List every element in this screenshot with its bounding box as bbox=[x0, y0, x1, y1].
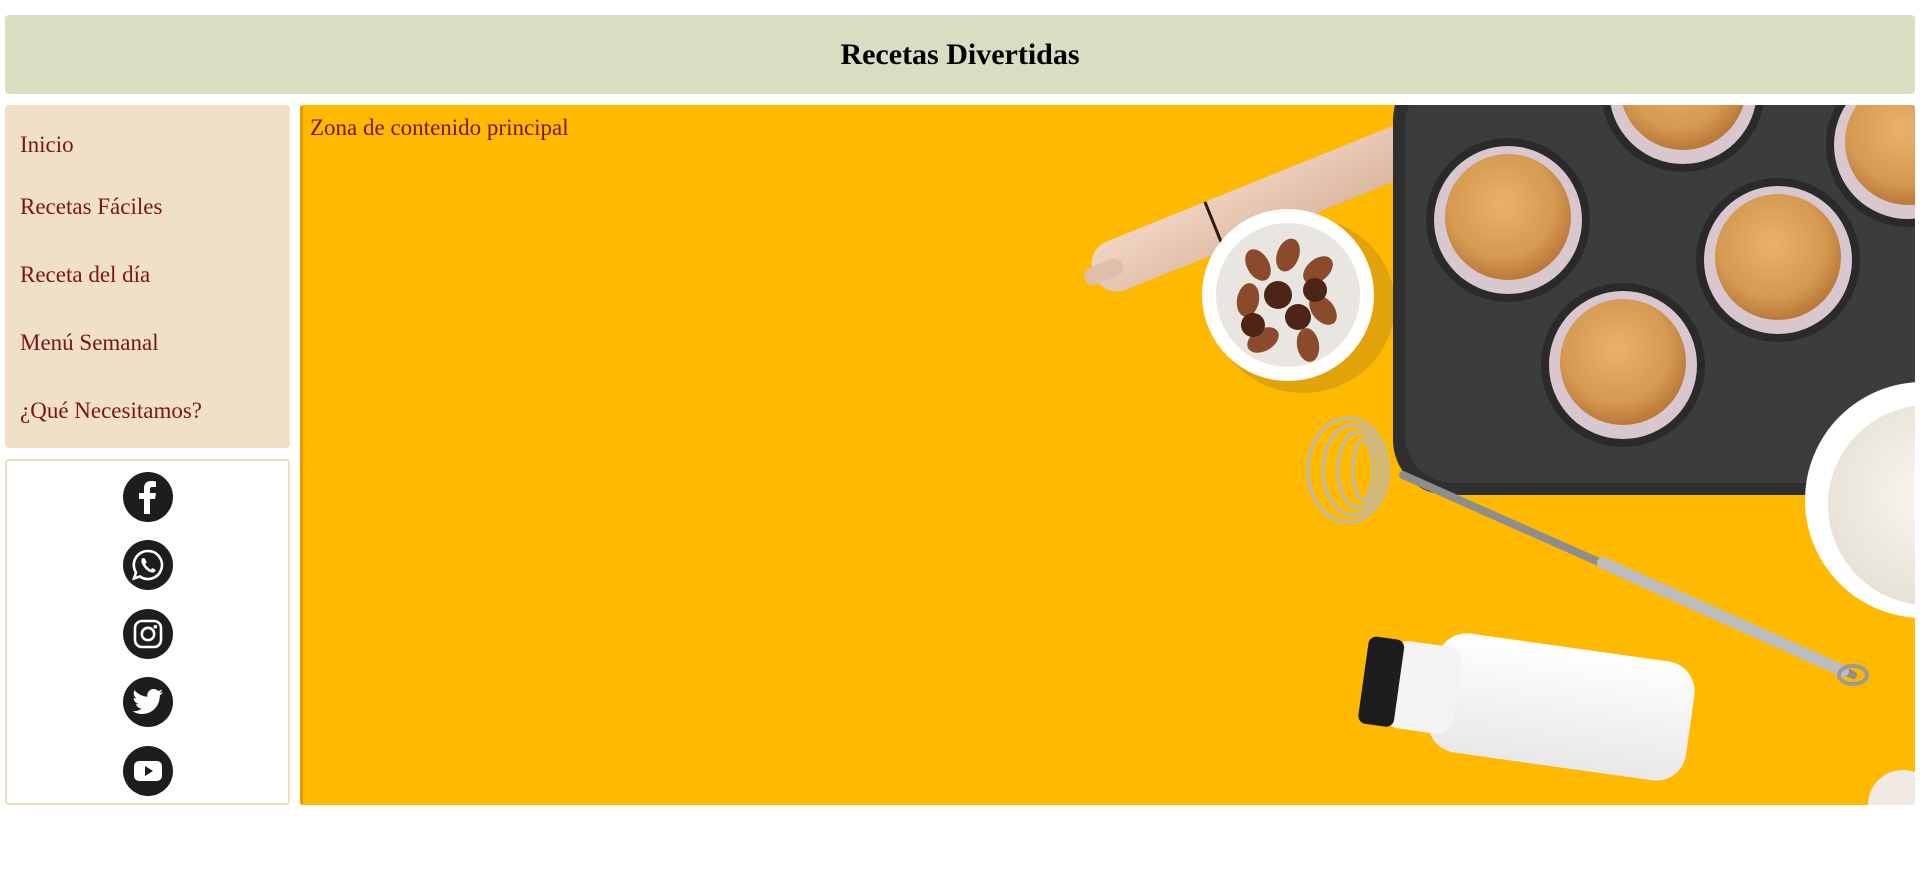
nav-item-que-necesitamos[interactable]: ¿Qué Necesitamos? bbox=[5, 377, 290, 445]
main-content-text: Zona de contenido principal bbox=[310, 115, 569, 140]
milk-bottle bbox=[1358, 633, 1695, 781]
site-header: Recetas Divertidas bbox=[5, 15, 1915, 94]
facebook-icon bbox=[139, 481, 156, 514]
baking-still-life-image bbox=[1084, 105, 1915, 805]
whatsapp-icon bbox=[131, 549, 164, 581]
nav-item-receta-del-dia[interactable]: Receta del día bbox=[5, 241, 290, 309]
nav-item-inicio[interactable]: Inicio bbox=[5, 117, 290, 173]
facebook-link[interactable] bbox=[123, 472, 173, 522]
instagram-link[interactable] bbox=[123, 609, 173, 659]
youtube-link[interactable] bbox=[123, 746, 173, 796]
social-links-panel bbox=[5, 459, 290, 805]
twitter-icon bbox=[132, 689, 163, 714]
nav-item-menu-semanal[interactable]: Menú Semanal bbox=[5, 309, 290, 377]
site-title: Recetas Divertidas bbox=[840, 37, 1080, 71]
whatsapp-link[interactable] bbox=[123, 540, 173, 590]
instagram-icon bbox=[133, 619, 163, 649]
sidebar-nav: Inicio Recetas Fáciles Receta del día Me… bbox=[5, 105, 290, 448]
youtube-icon bbox=[134, 761, 162, 781]
nav-item-recetas-faciles[interactable]: Recetas Fáciles bbox=[5, 173, 290, 241]
main-content: Zona de contenido principal bbox=[300, 105, 1915, 805]
twitter-link[interactable] bbox=[123, 677, 173, 727]
nut-bowl bbox=[1202, 209, 1395, 393]
